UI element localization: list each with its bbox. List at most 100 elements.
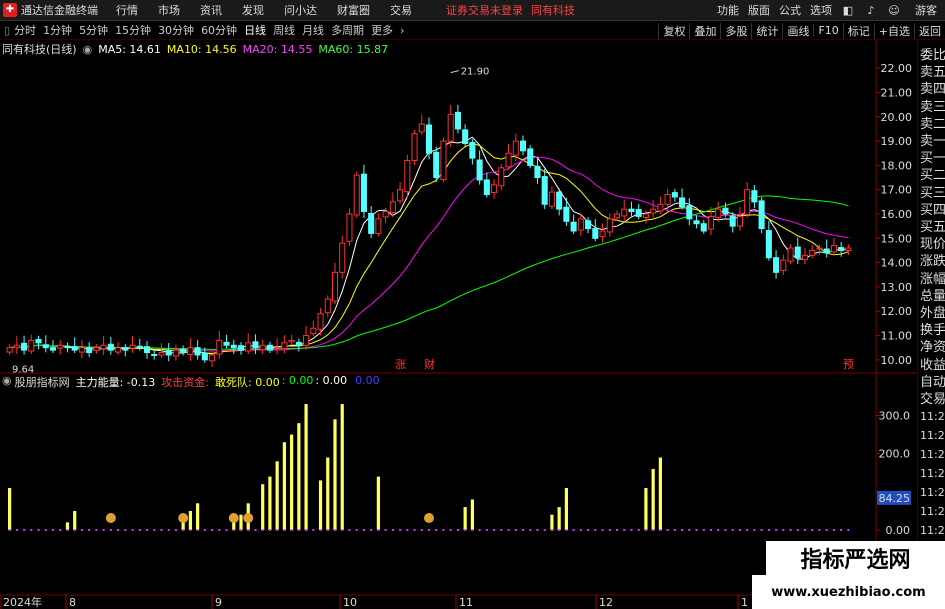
- bell-icon[interactable]: ♪: [864, 4, 878, 17]
- candle-body: [613, 213, 621, 219]
- btn-back[interactable]: 返回: [914, 22, 945, 39]
- side-panel-item: 现价: [920, 237, 945, 253]
- baseline-dot: [688, 529, 691, 531]
- menu-wealth[interactable]: 财富圈: [337, 2, 370, 18]
- baseline-dot: [247, 529, 250, 531]
- candle-body: [353, 174, 360, 216]
- quote-side-panel: 委比 卖五 卖四 卖三 卖二 卖一 买一 买二 买三 买四 买五 现价 涨跌 涨幅 总量 外盘 换手 净资 收益 自动…: [917, 40, 945, 609]
- baseline-dot: [464, 529, 467, 531]
- candle-body: [729, 215, 736, 227]
- candle-body: [556, 191, 563, 210]
- baseline-dot: [66, 529, 69, 531]
- indicator-name: 股朋指标网: [14, 376, 70, 389]
- candle-body: [454, 111, 461, 130]
- watermark-url: www.xuezhibiao.com: [771, 584, 926, 600]
- candle-body: [664, 194, 671, 205]
- baseline-dot: [124, 529, 127, 531]
- menu-options[interactable]: 选项: [810, 2, 832, 18]
- settings-icon[interactable]: ◉: [83, 43, 93, 56]
- side-panel-item: 买五: [920, 220, 945, 235]
- btn-multi-stock[interactable]: 多股: [720, 22, 751, 39]
- energy-bar: [304, 404, 308, 530]
- baseline-dot: [832, 529, 835, 531]
- period-weekly[interactable]: 周线: [273, 22, 295, 38]
- menu-layout[interactable]: 版面: [748, 2, 770, 18]
- guest-label[interactable]: 游客: [915, 2, 937, 18]
- candle-body: [274, 347, 281, 350]
- baseline-dot: [550, 529, 553, 531]
- candle-body: [483, 179, 490, 196]
- candle-body: [360, 173, 367, 213]
- chevron-right-icon[interactable]: ›: [400, 24, 404, 37]
- period-more[interactable]: 更多: [371, 22, 393, 38]
- period-30min[interactable]: 30分钟: [158, 22, 194, 38]
- kline-chart[interactable]: 22.00 21.00 20.00 19.00 18.00 17.00 16.00 15.00…: [0, 40, 917, 609]
- btn-adjust[interactable]: 复权: [658, 22, 689, 39]
- candle-body: [548, 191, 555, 207]
- baseline-dot: [529, 529, 532, 531]
- login-status[interactable]: 证券交易未登录: [446, 2, 523, 18]
- energy-bar: [340, 404, 344, 530]
- watermark-url-box: www.xuezhibiao.com: [752, 575, 945, 609]
- indicator-tick-label: 200.0: [879, 448, 911, 461]
- baseline-dot: [695, 529, 698, 531]
- baseline-dot: [203, 529, 206, 531]
- btn-overlay[interactable]: 叠加: [689, 22, 720, 39]
- price-tick-label: 19.00: [881, 135, 913, 148]
- menu-market[interactable]: 市场: [158, 2, 180, 18]
- energy-bar: [73, 510, 77, 530]
- candle-body: [700, 223, 707, 232]
- candle-body: [397, 189, 404, 202]
- menu-trade[interactable]: 交易: [390, 2, 412, 18]
- candle-body: [252, 341, 259, 349]
- menu-news[interactable]: 资讯: [200, 2, 222, 18]
- baseline-dot: [23, 529, 26, 531]
- indicator-settings-icon[interactable]: ◉: [2, 374, 12, 390]
- baseline-dot: [109, 529, 112, 531]
- baseline-dot: [406, 529, 409, 531]
- btn-draw[interactable]: 画线: [782, 22, 813, 39]
- menu-quotes[interactable]: 行情: [116, 2, 138, 18]
- baseline-dot: [775, 529, 778, 531]
- baseline-dot: [565, 529, 568, 531]
- menu-ask[interactable]: 问小达: [284, 2, 317, 18]
- period-5min[interactable]: 5分钟: [79, 22, 108, 38]
- baseline-dot: [218, 529, 221, 531]
- baseline-dot: [138, 529, 141, 531]
- period-15min[interactable]: 15分钟: [115, 22, 151, 38]
- candle-body: [621, 208, 628, 217]
- baseline-dot: [753, 529, 756, 531]
- baseline-dot: [478, 529, 481, 531]
- baseline-dot: [102, 529, 105, 531]
- candle-body: [686, 205, 693, 220]
- btn-stats[interactable]: 统计: [751, 22, 782, 39]
- period-1min[interactable]: 1分钟: [43, 22, 72, 38]
- menu-formula[interactable]: 公式: [779, 2, 801, 18]
- toolbar-pin-icon[interactable]: ▯: [4, 24, 10, 37]
- side-panel-item: 卖五: [920, 65, 945, 81]
- side-panel-item: 净资: [920, 340, 945, 356]
- user-icon[interactable]: ☺: [887, 4, 901, 17]
- candle-body: [13, 344, 20, 349]
- skin-icon[interactable]: ◧: [841, 4, 855, 17]
- menu-discover[interactable]: 发现: [242, 2, 264, 18]
- btn-f10[interactable]: F10: [813, 24, 842, 37]
- candle-body: [830, 245, 837, 253]
- candle-body: [115, 347, 122, 353]
- baseline-dot: [37, 529, 40, 531]
- energy-bar: [196, 503, 200, 530]
- candle-body: [151, 353, 158, 356]
- period-monthly[interactable]: 月线: [302, 22, 324, 38]
- btn-add-watch[interactable]: +自选: [873, 22, 914, 39]
- baseline-dot: [174, 529, 177, 531]
- baseline-dot: [601, 529, 604, 531]
- baseline-dot: [767, 529, 770, 531]
- candle-body: [816, 247, 823, 250]
- period-intraday[interactable]: 分时: [14, 22, 36, 38]
- menu-function[interactable]: 功能: [717, 2, 739, 18]
- period-multi[interactable]: 多周期: [331, 22, 364, 38]
- baseline-dot: [30, 529, 33, 531]
- period-60min[interactable]: 60分钟: [201, 22, 237, 38]
- btn-mark[interactable]: 标记: [842, 22, 874, 39]
- period-daily[interactable]: 日线: [244, 22, 266, 38]
